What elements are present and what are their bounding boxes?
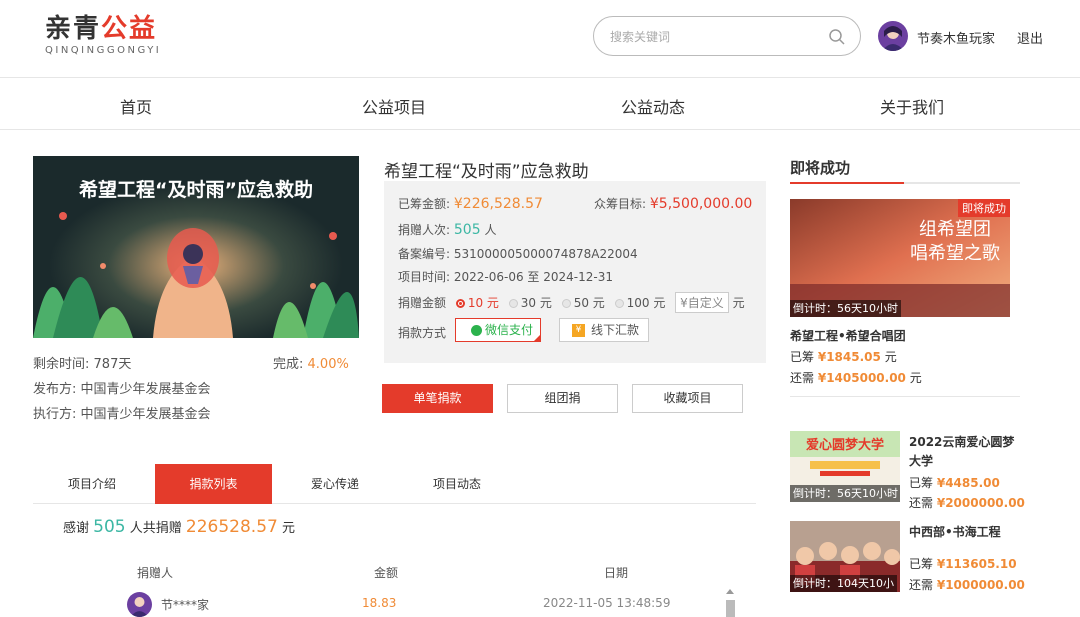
donor-count: 捐赠人次: 505 人 bbox=[398, 222, 497, 238]
column-amount: 金额 bbox=[374, 566, 399, 580]
tab-intro[interactable]: 项目介绍 bbox=[33, 464, 151, 504]
svg-text:希望工程“及时雨”应急救助: 希望工程“及时雨”应急救助 bbox=[79, 178, 313, 201]
column-donor: 捐赠人 bbox=[137, 566, 174, 580]
completion: 完成: 4.00% bbox=[273, 357, 349, 372]
logo-subtitle: QINQINGGONGYI bbox=[45, 45, 162, 56]
logo-wordmark: 亲青公益 bbox=[45, 14, 158, 44]
goal-amount: 众筹目标: ¥5,500,000.00 bbox=[594, 196, 753, 212]
sidebar-item-raised: 已筹 ¥113605.10 bbox=[909, 557, 1017, 571]
tab-love[interactable]: 爱心传递 bbox=[276, 464, 394, 504]
sidebar-item-needed: 还需 ¥2000000.00 bbox=[909, 496, 1025, 510]
logout-link[interactable]: 退出 bbox=[1017, 28, 1043, 47]
yen-icon: ¥ bbox=[572, 324, 585, 337]
featured-project-image[interactable]: 组希望团 唱希望之歌 即将成功 倒计时：56天10小时 bbox=[790, 199, 1010, 317]
sidebar-divider bbox=[790, 396, 1020, 397]
nav-news[interactable]: 公益动态 bbox=[621, 94, 685, 118]
amount-option-100[interactable]: 100 元 bbox=[609, 296, 665, 310]
donor-name: 节****家 bbox=[161, 598, 210, 612]
sidebar-title-underline bbox=[790, 182, 1020, 184]
remaining-time: 剩余时间: 787天 bbox=[33, 357, 132, 372]
project-time: 项目时间: 2022-06-06 至 2024-12-31 bbox=[398, 270, 613, 284]
sidebar-item-image[interactable]: 倒计时：104天10小 bbox=[790, 521, 900, 592]
donation-date: 2022-11-05 13:48:59 bbox=[543, 596, 671, 610]
group-donate-button[interactable]: 组团捐 bbox=[507, 384, 618, 413]
tab-updates[interactable]: 项目动态 bbox=[398, 464, 516, 504]
amount-option-30[interactable]: 30 元 bbox=[503, 296, 552, 310]
svg-text:唱希望之歌: 唱希望之歌 bbox=[910, 243, 1000, 264]
username[interactable]: 节奏木鱼玩家 bbox=[917, 28, 995, 47]
nav-projects[interactable]: 公益项目 bbox=[362, 94, 426, 118]
wechat-pay-button[interactable]: 微信支付 bbox=[455, 318, 541, 342]
favorite-button[interactable]: 收藏项目 bbox=[632, 384, 743, 413]
project-title: 希望工程“及时雨”应急救助 bbox=[384, 162, 589, 182]
donor-avatar bbox=[127, 592, 152, 617]
single-donate-button[interactable]: 单笔捐款 bbox=[382, 384, 493, 413]
sidebar-item-raised: 已筹 ¥4485.00 bbox=[909, 476, 1000, 490]
search-icon[interactable] bbox=[828, 28, 846, 46]
sidebar-item-name[interactable]: 2022云南爱心圆梦大学 bbox=[909, 433, 1019, 471]
amount-option-50[interactable]: 50 元 bbox=[556, 296, 605, 310]
project-tabs: 项目介绍 捐款列表 爱心传递 项目动态 bbox=[33, 464, 756, 504]
nav-about[interactable]: 关于我们 bbox=[880, 94, 944, 118]
donation-amount: 18.83 bbox=[362, 596, 397, 610]
sidebar-item-image[interactable]: 爱心圆梦大学 倒计时：56天10小时 bbox=[790, 431, 900, 502]
site-header: 亲青公益 QINQINGGONGYI 节奏木鱼玩家 退出 bbox=[0, 0, 1080, 78]
custom-amount-input[interactable]: ¥自定义 bbox=[675, 292, 729, 313]
executor: 执行方: 中国青少年发展基金会 bbox=[33, 407, 211, 422]
wechat-icon bbox=[471, 325, 482, 336]
tab-donations[interactable]: 捐款列表 bbox=[155, 464, 272, 504]
featured-project-name[interactable]: 希望工程•希望合唱团 bbox=[790, 327, 906, 344]
project-image: 希望工程“及时雨”应急救助 bbox=[33, 156, 359, 338]
countdown-label: 倒计时：56天10小时 bbox=[790, 485, 900, 502]
record-number: 备案编号: 53100000500007487​8A22004 bbox=[398, 247, 638, 261]
donation-summary: 感谢 505 人共捐赠 226528.57 元 bbox=[63, 517, 295, 537]
search-input[interactable] bbox=[610, 27, 810, 47]
project-info-box: 已筹金额: ¥226,528.57 众筹目标: ¥5,500,000.00 捐赠… bbox=[384, 181, 766, 363]
countdown-label: 倒计时：56天10小时 bbox=[790, 300, 901, 317]
svg-text:爱心圆梦大学: 爱心圆梦大学 bbox=[806, 437, 884, 453]
sidebar-item-needed: 还需 ¥1000000.00 bbox=[909, 578, 1025, 592]
featured-needed: 还需 ¥1405000.00 元 bbox=[790, 371, 922, 385]
raised-amount: 已筹金额: ¥226,528.57 bbox=[398, 196, 543, 212]
search-box bbox=[593, 16, 861, 56]
publisher: 发布方: 中国青少年发展基金会 bbox=[33, 382, 211, 397]
site-logo[interactable]: 亲青公益 QINQINGGONGYI bbox=[45, 14, 161, 56]
amount-option-10[interactable]: 10 元 bbox=[450, 296, 499, 310]
status-badge: 即将成功 bbox=[958, 199, 1010, 217]
countdown-label: 倒计时：104天10小 bbox=[790, 575, 897, 592]
scrollbar[interactable] bbox=[723, 586, 737, 617]
featured-raised: 已筹 ¥1845.05 元 bbox=[790, 350, 897, 364]
sidebar-title: 即将成功 bbox=[790, 159, 851, 177]
payment-method-label: 捐款方式 bbox=[398, 326, 447, 340]
main-nav: 首页 公益项目 公益动态 关于我们 bbox=[0, 79, 1080, 130]
page: 亲青公益 QINQINGGONGYI 节奏木鱼玩家 退出 首页 公益项目 公益动… bbox=[0, 0, 1080, 617]
svg-text:组希望团: 组希望团 bbox=[919, 219, 991, 240]
column-date: 日期 bbox=[604, 566, 629, 580]
offline-transfer-button[interactable]: ¥ 线下汇款 bbox=[559, 318, 649, 342]
sidebar-item-name[interactable]: 中西部•书海工程 bbox=[909, 523, 1001, 540]
amount-options: 捐赠金额 10 元 30 元 50 元 100 元 ¥自定义 元 bbox=[398, 292, 745, 313]
avatar[interactable] bbox=[878, 21, 908, 51]
nav-home[interactable]: 首页 bbox=[120, 94, 152, 118]
